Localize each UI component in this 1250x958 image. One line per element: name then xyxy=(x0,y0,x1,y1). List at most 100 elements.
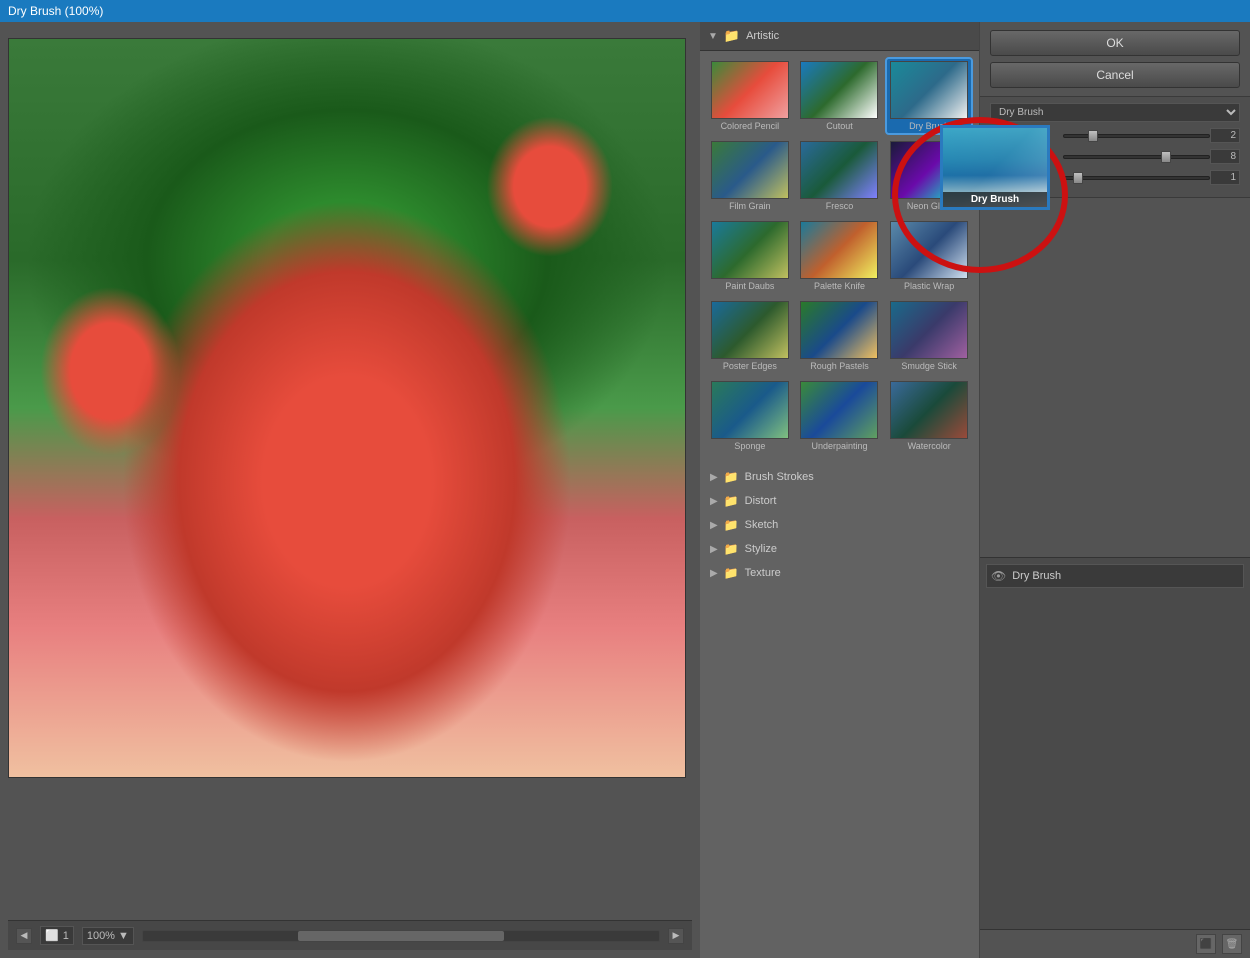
brush-size-thumb[interactable] xyxy=(1088,130,1098,142)
brush-detail-thumb[interactable] xyxy=(1161,151,1171,163)
filter-label-neon-glow: Neon Glow xyxy=(907,201,952,211)
filter-underpainting[interactable]: Underpainting xyxy=(798,379,882,453)
category-distort[interactable]: ▶ 📁 Distort xyxy=(700,489,979,513)
effect-name-dry-brush: Dry Brush xyxy=(1012,570,1239,582)
buttons-area: OK Cancel xyxy=(980,22,1250,96)
cancel-button[interactable]: Cancel xyxy=(990,62,1240,88)
stylize-expand-icon: ▶ xyxy=(710,544,718,555)
filter-thumb-img-watercolor xyxy=(890,381,968,439)
stylize-label: Stylize xyxy=(745,543,777,555)
texture-value[interactable] xyxy=(1210,170,1240,185)
title-text: Dry Brush (100%) xyxy=(8,4,103,18)
filter-thumb-img-palette-knife xyxy=(800,221,878,279)
canvas-image xyxy=(8,38,686,778)
page-number: 1 xyxy=(63,930,69,942)
distort-label: Distort xyxy=(745,495,777,507)
artistic-folder-icon: 📁 xyxy=(724,28,740,44)
filter-label-watercolor: Watercolor xyxy=(908,441,951,451)
filter-poster-edges[interactable]: Poster Edges xyxy=(708,299,792,373)
filter-thumb-img-smudge-stick xyxy=(890,301,968,359)
brush-detail-slider[interactable] xyxy=(1063,154,1210,160)
category-sketch[interactable]: ▶ 📁 Sketch xyxy=(700,513,979,537)
filter-thumb-img-colored-pencil xyxy=(711,61,789,119)
texture-thumb[interactable] xyxy=(1073,172,1083,184)
category-texture[interactable]: ▶ 📁 Texture xyxy=(700,561,979,585)
new-effect-icon[interactable]: ⬛ xyxy=(1196,934,1216,954)
scroll-right-arrow[interactable]: ▶ xyxy=(668,928,684,944)
filter-thumb-img-neon-glow xyxy=(890,141,968,199)
filter-thumb-img-film-grain xyxy=(711,141,789,199)
texture-row: Texture xyxy=(990,170,1240,185)
brush-size-track xyxy=(1063,134,1210,138)
filter-label-sponge: Sponge xyxy=(734,441,765,451)
filter-panel: ▼ 📁 Artistic Colored Pencil Cutout Dry B… xyxy=(700,22,980,958)
distort-expand-icon: ▶ xyxy=(710,496,718,507)
brush-size-slider[interactable] xyxy=(1063,133,1210,139)
filter-film-grain[interactable]: Film Grain xyxy=(708,139,792,213)
filter-label-plastic-wrap: Plastic Wrap xyxy=(904,281,954,291)
filter-thumb-img-dry-brush xyxy=(890,61,968,119)
filter-palette-knife[interactable]: Palette Knife xyxy=(798,219,882,293)
brush-detail-label: Brush Detail xyxy=(990,151,1063,162)
brush-strokes-expand-icon: ▶ xyxy=(710,472,718,483)
main-layout: ◀ ⬜ 1 100% ▼ ▶ ▼ 📁 Artistic xyxy=(0,22,1250,958)
filter-sponge[interactable]: Sponge xyxy=(708,379,792,453)
filter-name-dropdown[interactable]: Dry Brush xyxy=(990,103,1240,122)
filter-colored-pencil[interactable]: Colored Pencil xyxy=(708,59,792,133)
filter-paint-daubs[interactable]: Paint Daubs xyxy=(708,219,792,293)
zoom-value: 100% xyxy=(87,930,115,942)
artistic-label: Artistic xyxy=(746,30,779,42)
brush-detail-row: Brush Detail xyxy=(990,149,1240,164)
scroll-left-arrow[interactable]: ◀ xyxy=(16,928,32,944)
filter-neon-glow[interactable]: Neon Glow xyxy=(887,139,971,213)
filter-label-poster-edges: Poster Edges xyxy=(723,361,777,371)
category-brush-strokes[interactable]: ▶ 📁 Brush Strokes xyxy=(700,465,979,489)
filter-label-smudge-stick: Smudge Stick xyxy=(901,361,957,371)
filter-plastic-wrap[interactable]: Plastic Wrap xyxy=(887,219,971,293)
stylize-folder-icon: 📁 xyxy=(724,542,739,556)
brush-size-row: Brush Size xyxy=(990,128,1240,143)
filter-rough-pastels[interactable]: Rough Pastels xyxy=(798,299,882,373)
category-folders: ▶ 📁 Brush Strokes ▶ 📁 Distort ▶ 📁 Sketch… xyxy=(700,461,979,589)
horizontal-scrollbar[interactable] xyxy=(142,930,660,942)
zoom-dropdown-arrow[interactable]: ▼ xyxy=(118,930,129,942)
brush-detail-value[interactable] xyxy=(1210,149,1240,164)
texture-label: Texture xyxy=(990,172,1063,183)
filter-thumb-img-cutout xyxy=(800,61,878,119)
ok-button[interactable]: OK xyxy=(990,30,1240,56)
distort-folder-icon: 📁 xyxy=(724,494,739,508)
sketch-folder-icon: 📁 xyxy=(724,518,739,532)
filter-thumb-img-plastic-wrap xyxy=(890,221,968,279)
filter-thumb-img-fresco xyxy=(800,141,878,199)
filter-label-rough-pastels: Rough Pastels xyxy=(810,361,869,371)
brush-detail-track xyxy=(1063,155,1210,159)
filter-label-cutout: Cutout xyxy=(826,121,853,131)
filter-fresco[interactable]: Fresco xyxy=(798,139,882,213)
artistic-header[interactable]: ▼ 📁 Artistic xyxy=(700,22,979,51)
scrollbar-thumb[interactable] xyxy=(298,931,504,941)
texture-expand-icon: ▶ xyxy=(710,568,718,579)
right-panel: OK Cancel Dry Brush Brush Size Brush Det… xyxy=(980,22,1250,958)
title-bar: Dry Brush (100%) xyxy=(0,0,1250,22)
delete-effect-icon[interactable]: 🗑 xyxy=(1222,934,1242,954)
brush-strokes-label: Brush Strokes xyxy=(745,471,814,483)
filter-thumb-img-sponge xyxy=(711,381,789,439)
texture-label: Texture xyxy=(745,567,781,579)
filter-label-colored-pencil: Colored Pencil xyxy=(721,121,780,131)
category-stylize[interactable]: ▶ 📁 Stylize xyxy=(700,537,979,561)
filter-label-palette-knife: Palette Knife xyxy=(814,281,865,291)
filter-label-underpainting: Underpainting xyxy=(811,441,867,451)
filter-dry-brush[interactable]: Dry Brush xyxy=(887,59,971,133)
effects-panel: 👁 Dry Brush xyxy=(980,557,1250,929)
filter-smudge-stick[interactable]: Smudge Stick xyxy=(887,299,971,373)
brush-strokes-folder-icon: 📁 xyxy=(724,470,739,484)
statusbar: ◀ ⬜ 1 100% ▼ ▶ xyxy=(8,920,692,950)
brush-size-label: Brush Size xyxy=(990,130,1063,141)
eye-icon[interactable]: 👁 xyxy=(991,569,1006,583)
brush-size-value[interactable] xyxy=(1210,128,1240,143)
filter-watercolor[interactable]: Watercolor xyxy=(887,379,971,453)
filter-cutout[interactable]: Cutout xyxy=(798,59,882,133)
texture-slider[interactable] xyxy=(1063,175,1210,181)
page-indicator: ⬜ 1 xyxy=(40,926,74,945)
filter-thumb-img-underpainting xyxy=(800,381,878,439)
